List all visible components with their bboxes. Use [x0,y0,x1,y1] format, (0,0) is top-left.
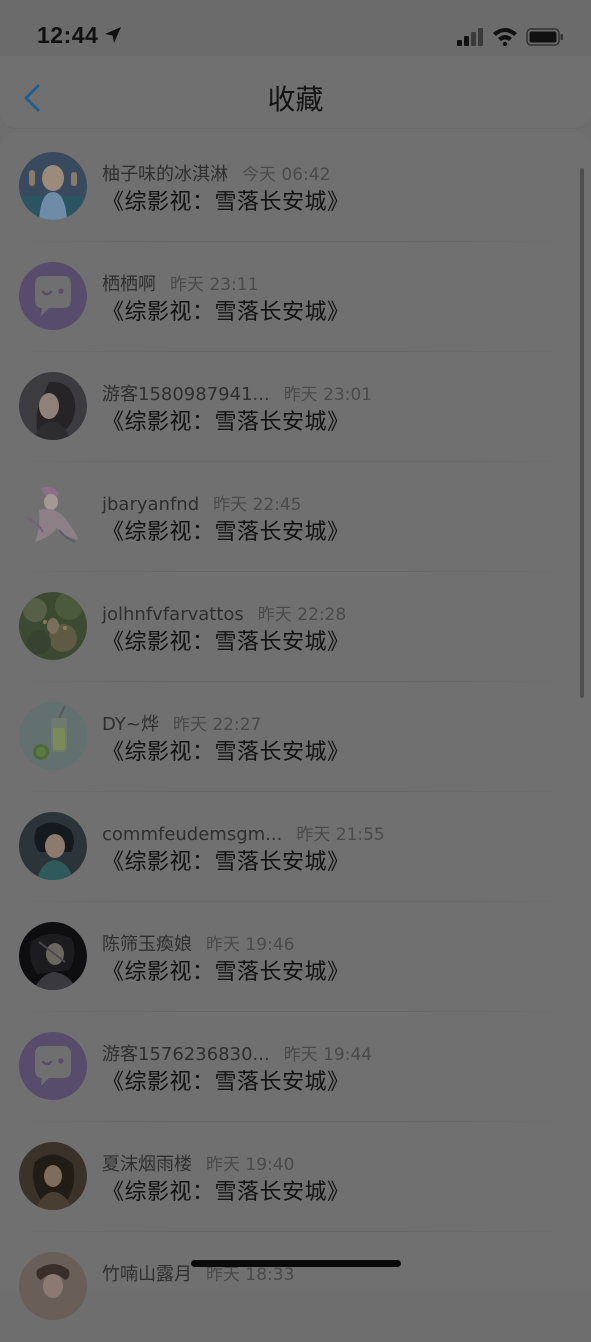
item-meta: 游客1580987941... 昨天 23:01 [102,380,372,406]
item-title[interactable]: 《综影视：雪落长安城》 [102,1174,350,1206]
favorite-time: 昨天 21:55 [296,825,385,845]
list-item[interactable]: 柚子味的冰淇淋 今天 06:42 《综影视：雪落长安城》 [0,132,580,242]
avatar [19,262,87,330]
avatar-photo-icon [19,152,87,220]
item-meta: 夏沫烟雨楼 昨天 19:40 [102,1150,294,1176]
user-name[interactable]: 柚子味的冰淇淋 [102,164,228,185]
favorites-list: 柚子味的冰淇淋 今天 06:42 《综影视：雪落长安城》 栖栖啊 昨天 23:11 … [0,132,591,1320]
item-meta: jbaryanfnd 昨天 22:45 [102,490,302,515]
user-name[interactable]: jbaryanfnd [102,494,199,515]
favorite-time: 昨天 22:28 [257,605,347,625]
item-meta: 栖栖啊 昨天 23:11 [102,270,258,296]
item-title[interactable]: 《综影视：雪落长安城》 [102,404,350,436]
chat-bubble-icon [19,262,87,330]
favorite-time: 昨天 22:45 [213,495,302,515]
avatar [19,482,87,550]
chat-bubble-icon [19,1032,87,1100]
avatar [19,812,87,880]
avatar-photo-icon [19,1142,87,1210]
favorite-time: 昨天 19:46 [206,935,295,955]
avatar [19,152,87,220]
item-title[interactable]: 《综影视：雪落长安城》 [102,1064,350,1096]
favorite-time: 昨天 18:33 [206,1265,295,1285]
avatar [19,922,87,990]
user-name[interactable]: 夏沫烟雨楼 [102,1154,192,1175]
avatar-illustration-icon [19,482,87,550]
user-name[interactable]: DY~烨 [102,714,159,735]
list-item[interactable]: jbaryanfnd 昨天 22:45 《综影视：雪落长安城》 [0,462,580,572]
list-item[interactable]: DY~烨 昨天 22:27 《综影视：雪落长安城》 [0,682,580,792]
list-item[interactable]: 游客1580987941... 昨天 23:01 《综影视：雪落长安城》 [0,352,580,462]
list-item[interactable]: 夏沫烟雨楼 昨天 19:40 《综影视：雪落长安城》 [0,1122,580,1232]
avatar-photo-icon [19,592,87,660]
user-name[interactable]: 竹喃山露月 [102,1264,192,1285]
favorite-time: 昨天 19:40 [206,1155,295,1175]
user-name[interactable]: jolhnfvfarvattos [102,604,244,625]
item-meta: 游客1576236830... 昨天 19:44 [102,1040,372,1066]
wifi-icon [493,28,517,46]
item-title[interactable]: 《综影视：雪落长安城》 [102,954,350,986]
list-item[interactable]: 陈筛玉瘓娘 昨天 19:46 《综影视：雪落长安城》 [0,902,580,1012]
user-name[interactable]: commfeudemsgm... [102,824,282,845]
home-indicator[interactable] [191,1260,401,1267]
nav-bar: 收藏 [0,56,591,128]
location-arrow-icon [105,27,121,43]
avatar [19,372,87,440]
avatar [19,592,87,660]
item-meta: 陈筛玉瘓娘 昨天 19:46 [102,930,294,956]
avatar [19,1142,87,1210]
item-meta: DY~烨 昨天 22:27 [102,710,261,736]
user-name[interactable]: 陈筛玉瘓娘 [102,934,192,955]
avatar [19,702,87,770]
avatar-illustration-icon [19,922,87,990]
avatar [19,1032,87,1100]
favorite-time: 昨天 22:27 [172,715,262,735]
list-item[interactable]: 游客1576236830... 昨天 19:44 《综影视：雪落长安城》 [0,1012,580,1122]
list-item[interactable]: 栖栖啊 昨天 23:11 《综影视：雪落长安城》 [0,242,580,352]
avatar-photo-icon [19,372,87,440]
item-title[interactable]: 《综影视：雪落长安城》 [102,514,350,546]
page-title: 收藏 [267,83,324,116]
avatar [19,1252,87,1320]
user-name[interactable]: 栖栖啊 [102,274,156,295]
status-time: 12:44 [37,22,99,48]
list-item[interactable]: commfeudemsgm... 昨天 21:55 《综影视：雪落长安城》 [0,792,580,902]
item-title[interactable]: 《综影视：雪落长安城》 [102,734,350,766]
favorite-time: 今天 06:42 [242,165,331,185]
avatar-photo-icon [19,1252,87,1320]
avatar-photo-icon [19,812,87,880]
cellular-signal-icon [457,28,483,46]
scrollbar[interactable] [580,168,584,698]
favorite-time: 昨天 23:01 [283,385,373,405]
battery-icon [526,28,563,46]
avatar-photo-icon [19,702,87,770]
item-title[interactable]: 《综影视：雪落长安城》 [102,624,350,656]
user-name[interactable]: 游客1576236830... [102,1044,270,1065]
item-meta: commfeudemsgm... 昨天 21:55 [102,820,385,845]
list-item[interactable]: jolhnfvfarvattos 昨天 22:28 《综影视：雪落长安城》 [0,572,580,682]
item-title[interactable]: 《综影视：雪落长安城》 [102,294,350,326]
item-meta: jolhnfvfarvattos 昨天 22:28 [102,600,346,625]
item-title[interactable]: 《综影视：雪落长安城》 [102,844,350,876]
status-bar: 12:44 [0,0,591,56]
list-item[interactable]: 竹喃山露月 昨天 18:33 [0,1232,580,1342]
favorite-time: 昨天 23:11 [170,275,259,295]
item-meta: 柚子味的冰淇淋 今天 06:42 [102,160,330,186]
favorite-time: 昨天 19:44 [283,1045,373,1065]
item-title[interactable]: 《综影视：雪落长安城》 [102,184,350,216]
user-name[interactable]: 游客1580987941... [102,384,270,405]
